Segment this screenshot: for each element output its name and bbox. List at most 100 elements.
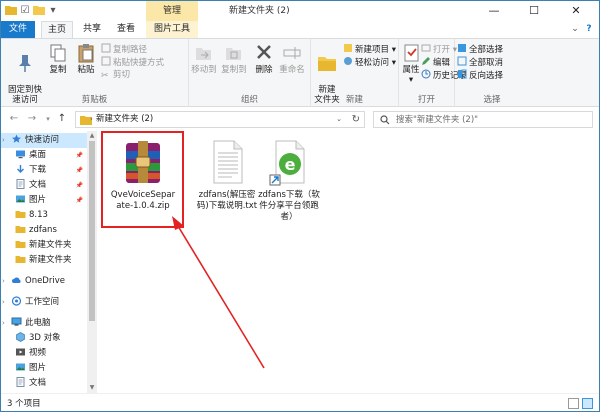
- video-icon: [15, 347, 26, 357]
- tab-home[interactable]: 主页: [41, 21, 73, 38]
- large-icons-view-icon[interactable]: [582, 398, 593, 409]
- rename-button[interactable]: 重命名: [277, 43, 307, 75]
- text-file-icon: [213, 140, 243, 184]
- window-title: 新建文件夹 (2): [229, 6, 290, 16]
- file-item[interactable]: e zdfans下载（软 件分享平台领跑 者）: [249, 137, 329, 223]
- close-button[interactable]: ✕: [561, 1, 591, 21]
- nav-item[interactable]: 图片 📌: [1, 193, 87, 208]
- properties-icon: [404, 44, 419, 62]
- select-all-icon: [458, 44, 466, 52]
- select-none-icon: [457, 56, 467, 66]
- nav-item[interactable]: 文档 📌: [1, 178, 87, 193]
- organize-group: 移动到 复制到 删除 重命名 组织: [189, 39, 311, 107]
- help-icon[interactable]: ?: [583, 23, 595, 35]
- nav-item[interactable]: › OneDrive: [1, 274, 87, 289]
- easy-access-label: 轻松访问: [355, 58, 390, 68]
- folder-icon: [15, 209, 26, 219]
- scrollbar-thumb[interactable]: [89, 141, 95, 321]
- scroll-down-icon[interactable]: ▼: [87, 383, 97, 393]
- nav-item[interactable]: 新建文件夹: [1, 238, 87, 253]
- search-input[interactable]: [396, 112, 586, 127]
- pin-icon: [19, 55, 31, 72]
- picture-icon: [15, 194, 26, 204]
- recent-locations-chevron-icon[interactable]: ▾: [41, 112, 55, 126]
- cut-label: 剪切: [113, 70, 131, 80]
- select-all-button[interactable]: 全部选择: [457, 43, 503, 55]
- nav-item[interactable]: › 工作空间: [1, 295, 87, 310]
- select-none-button[interactable]: 全部取消: [457, 56, 503, 68]
- status-bar: 3 个项目: [1, 393, 599, 411]
- maximize-button[interactable]: ☐: [519, 1, 549, 21]
- nav-item[interactable]: 8.13: [1, 208, 87, 223]
- copy-button[interactable]: 复制: [45, 43, 71, 75]
- minimize-button[interactable]: —: [479, 1, 509, 21]
- new-item-button[interactable]: 新建项目 ▾: [343, 43, 396, 55]
- pin-icon: 📌: [75, 197, 83, 204]
- tab-picture-tools[interactable]: 图片工具: [146, 21, 198, 38]
- winrar-archive-icon: [126, 141, 160, 183]
- nav-item-label: 3D 对象: [29, 333, 61, 343]
- nav-item[interactable]: 下载 📌: [1, 163, 87, 178]
- scissors-icon: ✂: [101, 71, 109, 81]
- nav-item[interactable]: 桌面 📌: [1, 148, 87, 163]
- edit-button[interactable]: 编辑: [421, 56, 450, 68]
- refresh-icon[interactable]: ↻: [352, 112, 360, 127]
- up-arrow-icon[interactable]: ↑: [55, 112, 69, 126]
- tab-file[interactable]: 文件: [1, 21, 35, 38]
- address-bar[interactable]: › 新建文件夹 (2) ⌄ ↻: [75, 111, 365, 128]
- expand-chevron-icon[interactable]: ›: [2, 316, 5, 331]
- nav-item[interactable]: › 此电脑: [1, 316, 87, 331]
- nav-item[interactable]: › 快速访问: [1, 133, 87, 148]
- nav-scrollbar[interactable]: ▲ ▼: [87, 131, 97, 393]
- invert-selection-button[interactable]: 反向选择: [457, 69, 503, 81]
- easy-access-button[interactable]: 轻松访问 ▾: [343, 56, 396, 68]
- open-label: 打开: [433, 45, 451, 55]
- nav-item[interactable]: 文档: [1, 376, 87, 391]
- copy-label: 复制: [49, 65, 67, 75]
- folder-icon: [15, 224, 26, 234]
- tab-view[interactable]: 查看: [111, 21, 141, 38]
- paste-shortcut-button[interactable]: 粘贴快捷方式: [101, 56, 164, 68]
- invert-selection-icon: [458, 69, 467, 79]
- breadcrumb-chevron-icon: ›: [90, 115, 93, 123]
- open-button[interactable]: 打开 ▾: [421, 43, 457, 55]
- properties-button[interactable]: 属性 ▾: [401, 43, 421, 85]
- clipboard-group-label: 剪贴板: [81, 95, 108, 105]
- copy-path-button[interactable]: 复制路径: [101, 43, 147, 55]
- nav-item-label: 8.13: [29, 210, 48, 220]
- expand-chevron-icon[interactable]: ›: [2, 274, 5, 289]
- chevron-down-icon[interactable]: ▾: [47, 4, 59, 17]
- new-folder-small-icon[interactable]: [33, 4, 45, 17]
- tab-share[interactable]: 共享: [77, 21, 107, 38]
- select-group: 全部选择 全部取消 反向选择 选择: [455, 39, 529, 107]
- nav-item[interactable]: zdfans: [1, 223, 87, 238]
- properties-check-icon[interactable]: ☑: [19, 4, 31, 17]
- expand-chevron-icon[interactable]: ›: [2, 295, 5, 310]
- nav-item[interactable]: 新建文件夹: [1, 253, 87, 268]
- nav-item[interactable]: 3D 对象: [1, 331, 87, 346]
- scroll-up-icon[interactable]: ▲: [87, 131, 97, 141]
- nav-item-label: 新建文件夹: [29, 255, 72, 265]
- breadcrumb-current-folder[interactable]: 新建文件夹 (2): [96, 112, 153, 127]
- paste-button[interactable]: 粘贴: [73, 43, 99, 75]
- folder-icon: [5, 4, 17, 17]
- delete-button[interactable]: 删除: [251, 43, 277, 75]
- paste-label: 粘贴: [77, 65, 95, 75]
- details-view-icon[interactable]: [568, 398, 579, 409]
- move-to-button[interactable]: 移动到: [189, 43, 219, 75]
- cut-button[interactable]: ✂ 剪切: [101, 69, 130, 81]
- copy-to-button[interactable]: 复制到: [219, 43, 249, 75]
- nav-item[interactable]: 图片: [1, 361, 87, 376]
- back-arrow-icon[interactable]: ←: [7, 112, 21, 126]
- file-item[interactable]: QveVoiceSepar ate-1.0.4.zip: [103, 137, 183, 212]
- forward-arrow-icon[interactable]: →: [25, 112, 39, 126]
- computer-icon: [11, 317, 22, 327]
- expand-chevron-icon[interactable]: ›: [2, 133, 5, 148]
- item-count: 3 个项目: [7, 399, 41, 409]
- nav-item-label: 工作空间: [25, 297, 60, 307]
- search-box[interactable]: [373, 111, 593, 128]
- ie-shortcut-icon: e: [269, 140, 305, 186]
- address-dropdown-icon[interactable]: ⌄: [336, 112, 342, 127]
- nav-item[interactable]: 视频: [1, 346, 87, 361]
- chevron-down-icon[interactable]: ⌄: [569, 23, 581, 35]
